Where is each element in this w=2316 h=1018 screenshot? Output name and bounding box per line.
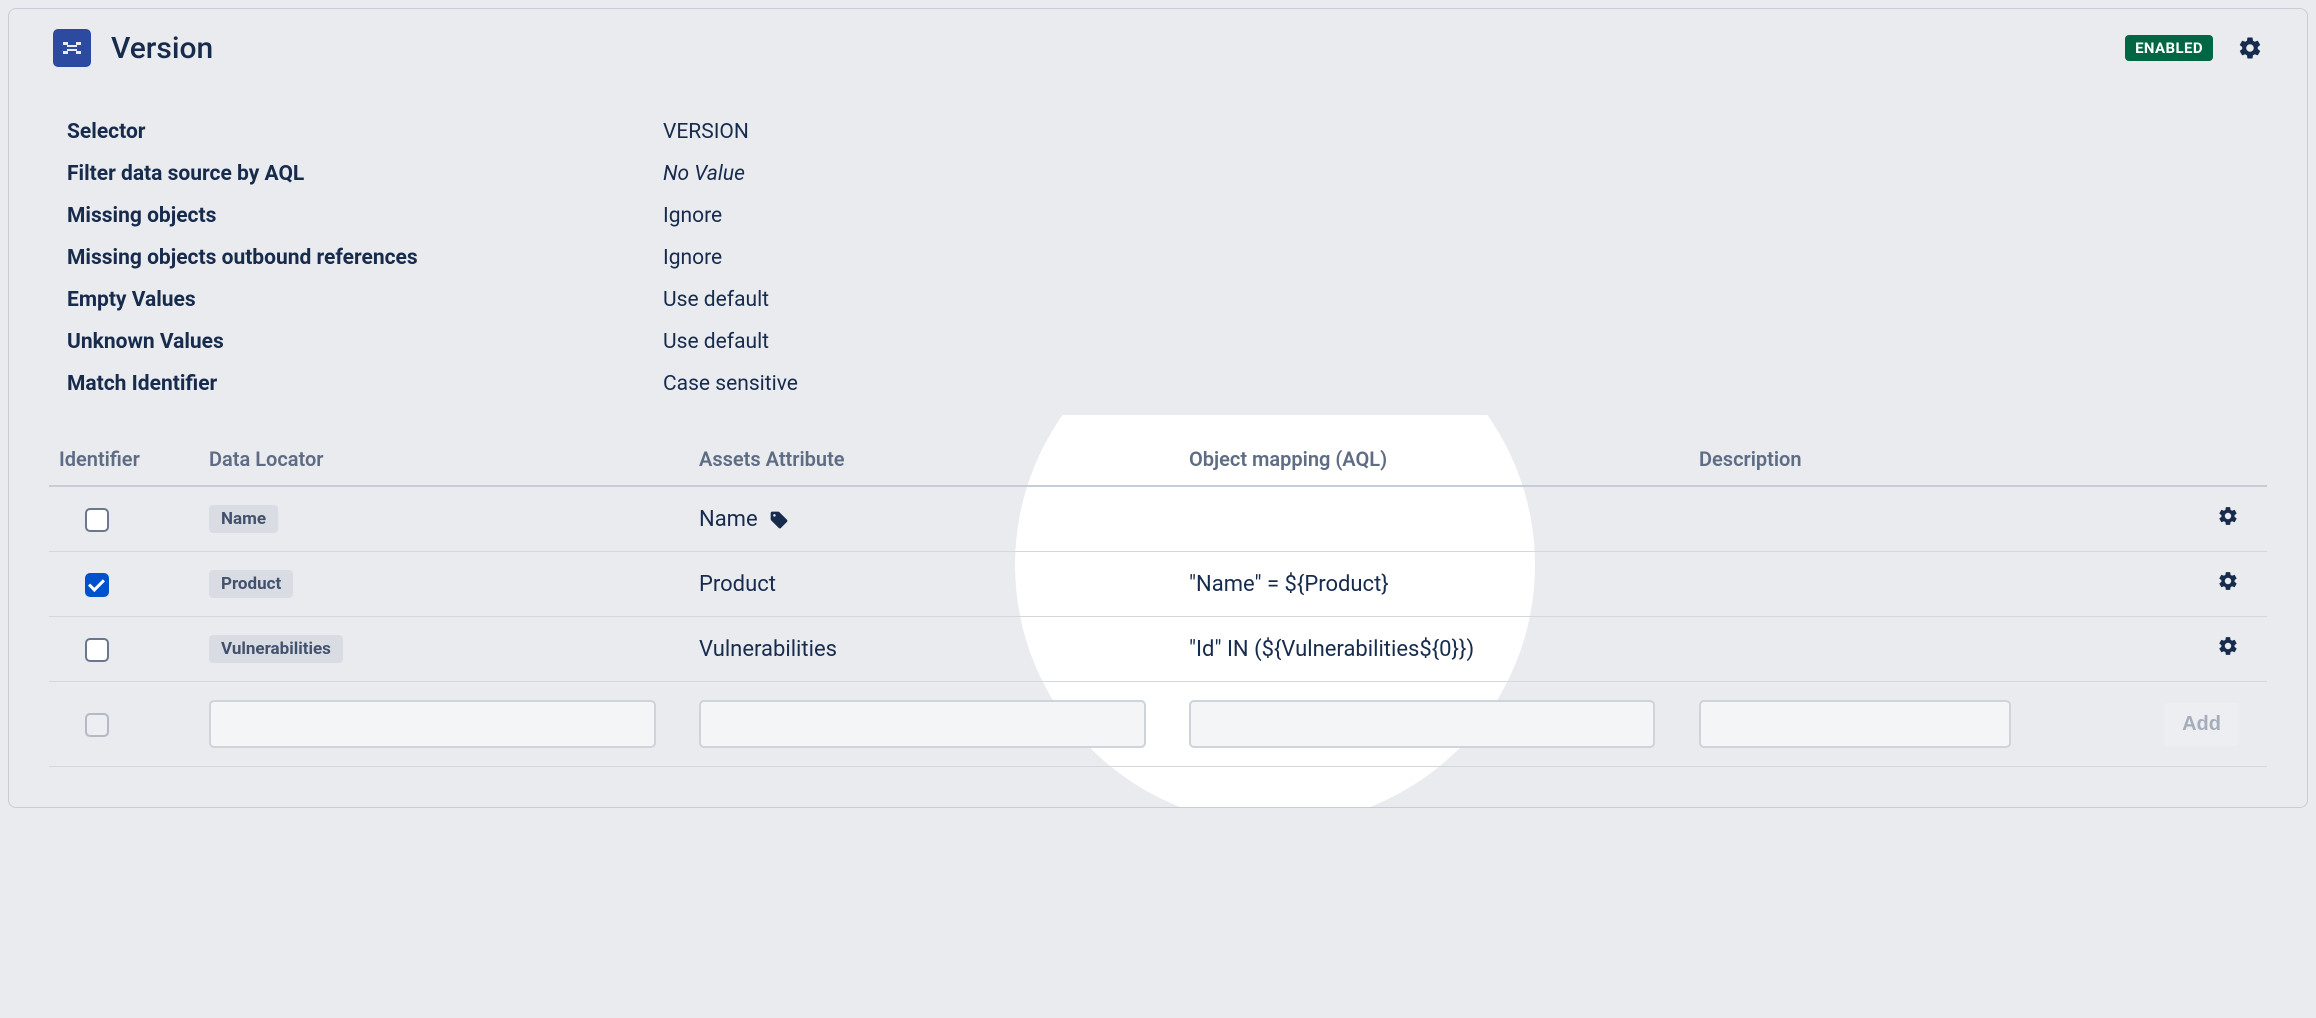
data-locator-select[interactable] — [209, 700, 656, 748]
prop-label: Empty Values — [67, 279, 663, 321]
table-add-row: Add — [49, 682, 2267, 767]
prop-value: Ignore — [663, 237, 722, 279]
panel-header-left: Version — [53, 29, 2125, 67]
object-type-icon — [53, 29, 91, 67]
prop-value: Case sensitive — [663, 363, 798, 405]
col-identifier: Identifier — [49, 433, 199, 486]
object-mapping-value: "Id" IN (${Vulnerabilities${0}}) — [1189, 637, 1474, 662]
status-badge: ENABLED — [2125, 35, 2213, 61]
gear-icon — [2237, 35, 2263, 61]
prop-row: Missing objects outbound references Igno… — [67, 237, 2249, 279]
object-mapping-value: "Name" = ${Product} — [1189, 572, 1389, 597]
col-description: Description — [1689, 433, 2154, 486]
data-locator-chip: Product — [209, 570, 293, 598]
col-object-mapping: Object mapping (AQL) — [1179, 433, 1689, 486]
prop-value: VERSION — [663, 111, 749, 153]
properties-section: Selector VERSION Filter data source by A… — [9, 79, 2307, 415]
version-panel: Version ENABLED Selector VERSION Filter … — [9, 9, 2307, 807]
prop-value: Use default — [663, 321, 769, 363]
panel-header: Version ENABLED — [9, 9, 2307, 79]
identifier-checkbox-disabled — [85, 713, 109, 737]
row-settings-button[interactable] — [2217, 635, 2239, 657]
description-input[interactable] — [1699, 700, 2011, 748]
table-row: Product Product "Name" = ${Product} — [49, 552, 2267, 617]
add-button[interactable]: Add — [2164, 703, 2239, 746]
prop-row: Selector VERSION — [67, 111, 2249, 153]
col-data-locator: Data Locator — [199, 433, 689, 486]
prop-row: Missing objects Ignore — [67, 195, 2249, 237]
assets-attribute-value: Product — [699, 572, 776, 597]
prop-label: Missing objects — [67, 195, 663, 237]
prop-label: Filter data source by AQL — [67, 153, 663, 195]
tag-icon — [769, 510, 789, 530]
panel-settings-button[interactable] — [2237, 35, 2263, 61]
panel-title: Version — [111, 31, 213, 66]
assets-attribute-select-wrap — [699, 700, 1146, 748]
identifier-checkbox[interactable] — [85, 508, 109, 532]
mapping-table: Identifier Data Locator Assets Attribute… — [49, 433, 2267, 767]
prop-row: Unknown Values Use default — [67, 321, 2249, 363]
prop-row: Filter data source by AQL No Value — [67, 153, 2249, 195]
assets-attribute-value: Vulnerabilities — [699, 637, 837, 662]
assets-attribute-value: Name — [699, 507, 758, 532]
identifier-checkbox[interactable] — [85, 638, 109, 662]
prop-label: Selector — [67, 111, 663, 153]
col-assets-attribute: Assets Attribute — [689, 433, 1179, 486]
identifier-checkbox[interactable] — [85, 573, 109, 597]
col-actions — [2154, 433, 2267, 486]
gear-icon — [2217, 635, 2239, 657]
panel-frame: Version ENABLED Selector VERSION Filter … — [8, 8, 2308, 808]
prop-label: Missing objects outbound references — [67, 237, 663, 279]
prop-value: No Value — [663, 153, 745, 195]
data-locator-chip: Vulnerabilities — [209, 635, 343, 663]
gear-icon — [2217, 505, 2239, 527]
gear-icon — [2217, 570, 2239, 592]
row-settings-button[interactable] — [2217, 505, 2239, 527]
mapping-table-section: Identifier Data Locator Assets Attribute… — [9, 415, 2307, 807]
prop-label: Unknown Values — [67, 321, 663, 363]
prop-value: Ignore — [663, 195, 722, 237]
row-settings-button[interactable] — [2217, 570, 2239, 592]
data-locator-select-wrap — [209, 700, 656, 748]
data-locator-chip: Name — [209, 505, 278, 533]
object-mapping-input[interactable] — [1189, 700, 1655, 748]
assets-attribute-select[interactable] — [699, 700, 1146, 748]
prop-value: Use default — [663, 279, 769, 321]
prop-row: Empty Values Use default — [67, 279, 2249, 321]
table-row: Name Name — [49, 486, 2267, 552]
prop-row: Match Identifier Case sensitive — [67, 363, 2249, 405]
table-row: Vulnerabilities Vulnerabilities "Id" IN … — [49, 617, 2267, 682]
prop-label: Match Identifier — [67, 363, 663, 405]
